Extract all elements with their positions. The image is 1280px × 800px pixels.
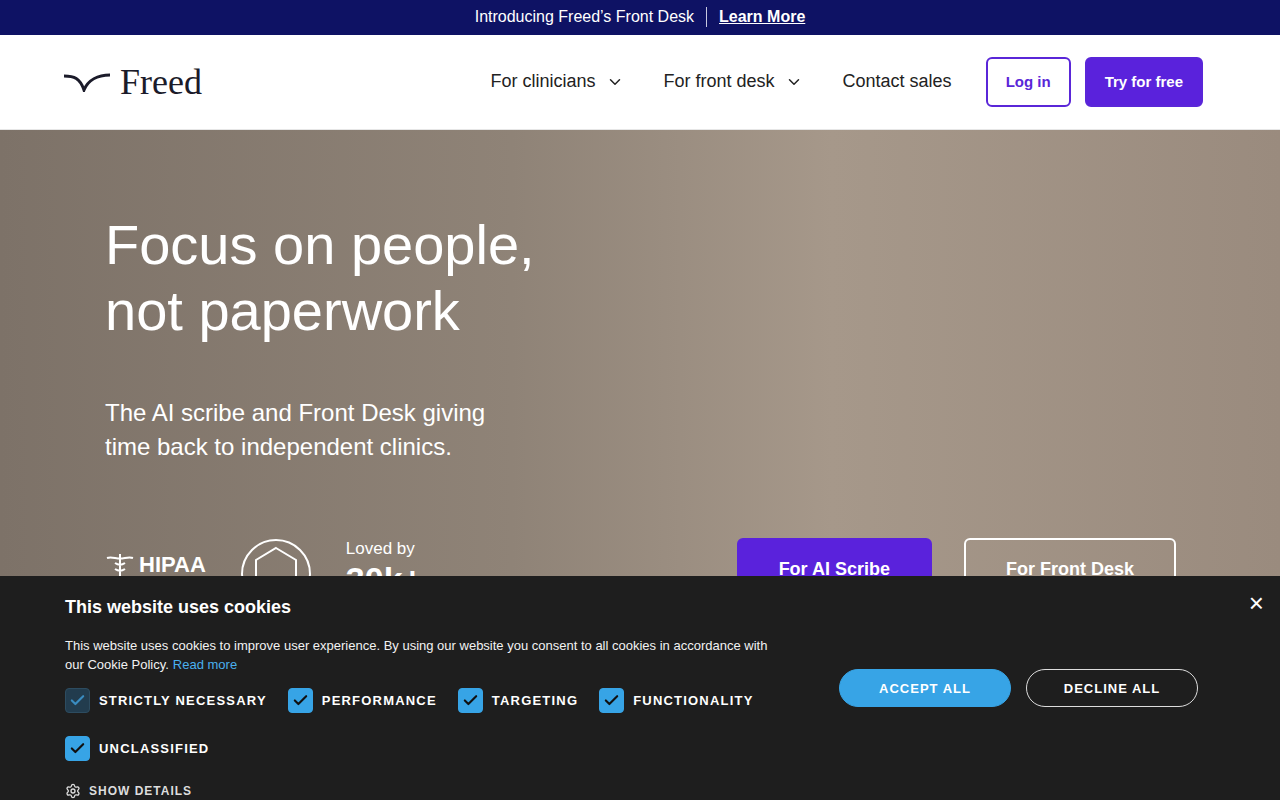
cookie-title: This website uses cookies xyxy=(65,596,785,618)
cookie-text: This website uses cookies to improve use… xyxy=(65,636,785,674)
cookie-category[interactable]: TARGETING xyxy=(458,688,578,713)
nav: For clinicians For front desk Contact sale… xyxy=(490,57,1203,107)
nav-item[interactable]: For front desk xyxy=(664,71,803,92)
announcement-text: Introducing Freed’s Front Desk xyxy=(475,8,694,26)
accept-all-button[interactable]: ACCEPT ALL xyxy=(839,669,1011,707)
header: Freed For clinicians For front desk Contact… xyxy=(0,35,1280,130)
chevron-down-icon xyxy=(785,73,803,91)
checkbox[interactable] xyxy=(65,736,90,761)
checkbox[interactable] xyxy=(458,688,483,713)
gear-icon xyxy=(65,783,81,799)
decline-all-button[interactable]: DECLINE ALL xyxy=(1026,669,1198,707)
checkbox[interactable] xyxy=(288,688,313,713)
login-button[interactable]: Log in xyxy=(986,57,1071,107)
checkbox xyxy=(65,688,90,713)
check-icon xyxy=(69,692,86,709)
hero-subtitle: The AI scribe and Front Desk givingtime … xyxy=(105,396,1176,464)
check-icon xyxy=(462,692,479,709)
cookie-category[interactable]: FUNCTIONALITY xyxy=(599,688,753,713)
check-icon xyxy=(603,692,620,709)
cookie-category[interactable]: PERFORMANCE xyxy=(288,688,437,713)
nav-item[interactable]: For clinicians xyxy=(490,71,623,92)
nav-item[interactable]: Contact sales xyxy=(843,71,952,92)
logo-text: Freed xyxy=(120,61,202,103)
checkbox[interactable] xyxy=(599,688,624,713)
check-icon xyxy=(69,740,86,757)
chevron-down-icon xyxy=(606,73,624,91)
cookie-category: STRICTLY NECESSARY xyxy=(65,688,267,713)
hipaa-badge: HIPAA xyxy=(105,538,206,578)
cookie-banner: This website uses cookies This website us… xyxy=(0,576,1280,800)
learn-more-link[interactable]: Learn More xyxy=(719,8,805,26)
logo[interactable]: Freed xyxy=(64,61,202,103)
separator xyxy=(706,7,707,27)
read-more-link[interactable]: Read more xyxy=(173,657,237,672)
page: Introducing Freed’s Front Desk Learn More… xyxy=(0,0,1280,800)
show-details[interactable]: SHOW DETAILS xyxy=(65,783,785,799)
cookie-category[interactable]: UNCLASSIFIED xyxy=(65,736,209,761)
cookie-content: This website uses cookies This website us… xyxy=(65,596,785,800)
try-free-button[interactable]: Try for free xyxy=(1085,57,1203,107)
close-button[interactable]: × xyxy=(1245,584,1268,622)
caduceus-icon xyxy=(105,552,135,578)
cookie-actions: ACCEPT ALL DECLINE ALL xyxy=(839,596,1198,800)
hero-title: Focus on people,not paperwork xyxy=(105,212,1176,344)
announcement-bar: Introducing Freed’s Front Desk Learn More xyxy=(0,0,1280,35)
check-icon xyxy=(292,692,309,709)
swoosh-icon xyxy=(64,72,110,92)
cookie-categories: STRICTLY NECESSARY PERFORMANCE TARGETING FU… xyxy=(65,688,785,761)
